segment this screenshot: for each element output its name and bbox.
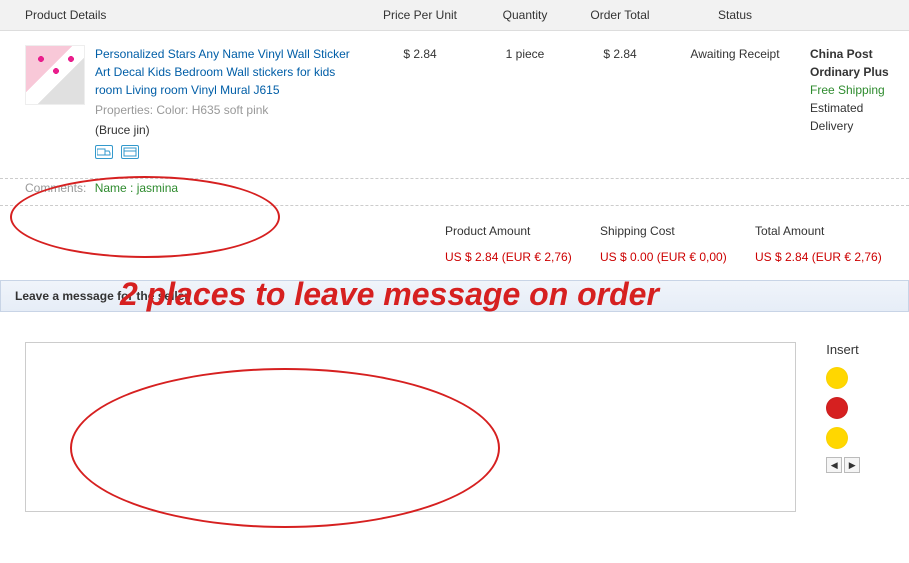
summary-header-product: Product Amount	[440, 224, 595, 238]
header-status: Status	[670, 8, 800, 22]
emoji-panel-title: Insert	[826, 342, 884, 357]
emoji-prev-button[interactable]: ◀	[826, 457, 842, 473]
free-shipping: Free Shipping	[810, 81, 909, 99]
summary-header-row: Product Amount Shipping Cost Total Amoun…	[0, 218, 909, 244]
truck-icon[interactable]	[95, 145, 113, 159]
emoji-nav: ◀ ▶	[826, 457, 884, 473]
comments-value: Name : jasmina	[95, 181, 178, 195]
shipping-method: China Post Ordinary Plus	[810, 45, 909, 81]
status-value: Awaiting Receipt	[670, 45, 800, 159]
message-area-wrap: Insert ◀ ▶	[0, 312, 909, 532]
product-row: Personalized Stars Any Name Vinyl Wall S…	[0, 31, 909, 173]
summary-value-row: US $ 2.84 (EUR € 2,76) US $ 0.00 (EUR € …	[0, 244, 909, 278]
summary-table: Product Amount Shipping Cost Total Amoun…	[0, 218, 909, 278]
product-thumbnail[interactable]	[25, 45, 85, 105]
product-seller: (Bruce jin)	[95, 121, 360, 139]
product-info: Personalized Stars Any Name Vinyl Wall S…	[0, 45, 360, 159]
comments-row: Comments: Name : jasmina	[0, 178, 909, 206]
shipping-info: China Post Ordinary Plus Free Shipping E…	[800, 45, 909, 159]
message-section-header: Leave a message for the seller	[0, 280, 909, 312]
emoji-wink-icon[interactable]	[826, 427, 848, 449]
emoji-next-button[interactable]: ▶	[844, 457, 860, 473]
product-icons	[95, 145, 360, 159]
header-price: Price Per Unit	[360, 8, 480, 22]
comments-label: Comments:	[25, 181, 86, 195]
quantity-value: 1 piece	[480, 45, 570, 159]
emoji-smile-icon[interactable]	[826, 367, 848, 389]
header-quantity: Quantity	[480, 8, 570, 22]
summary-header-shipping: Shipping Cost	[595, 224, 750, 238]
card-icon[interactable]	[121, 145, 139, 159]
total-value: $ 2.84	[570, 45, 670, 159]
product-details: Personalized Stars Any Name Vinyl Wall S…	[85, 45, 360, 159]
price-value: $ 2.84	[360, 45, 480, 159]
product-link[interactable]: Personalized Stars Any Name Vinyl Wall S…	[95, 45, 360, 99]
summary-value-shipping: US $ 0.00 (EUR € 0,00)	[595, 250, 750, 264]
product-properties: Properties: Color: H635 soft pink	[95, 101, 360, 119]
header-product: Product Details	[0, 8, 360, 22]
message-textarea[interactable]	[25, 342, 796, 512]
table-header: Product Details Price Per Unit Quantity …	[0, 0, 909, 31]
emoji-panel: Insert ◀ ▶	[826, 342, 884, 512]
estimated-delivery: Estimated Delivery	[810, 99, 909, 135]
summary-value-total: US $ 2.84 (EUR € 2,76)	[750, 250, 905, 264]
summary-value-product: US $ 2.84 (EUR € 2,76)	[440, 250, 595, 264]
header-total: Order Total	[570, 8, 670, 22]
emoji-laugh-icon[interactable]	[826, 397, 848, 419]
summary-header-total: Total Amount	[750, 224, 905, 238]
